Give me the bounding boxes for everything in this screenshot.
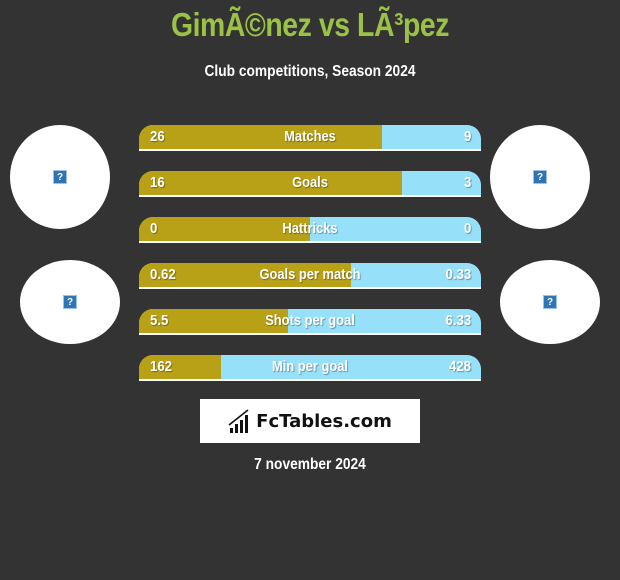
logo-text: FcTables.com <box>256 410 392 432</box>
right-value: 9 <box>463 128 471 145</box>
broken-image-icon: ? <box>533 170 547 184</box>
stat-label: Shots per goal <box>265 312 355 329</box>
stat-label: Matches <box>284 128 336 145</box>
stat-row: 0.62 Goals per match 0.33 <box>139 263 481 289</box>
right-player-avatar: ? <box>490 125 590 229</box>
right-club-logo: ? <box>500 260 600 344</box>
stat-row: 5.5 Shots per goal 6.33 <box>139 309 481 335</box>
broken-image-icon: ? <box>543 295 557 309</box>
fctables-logo[interactable]: FcTables.com <box>200 399 420 443</box>
broken-image-icon: ? <box>53 170 67 184</box>
left-value: 0 <box>150 220 158 237</box>
stat-row: 162 Min per goal 428 <box>139 355 481 381</box>
subtitle: Club competitions, Season 2024 <box>204 63 416 80</box>
stat-label: Goals per match <box>259 266 361 283</box>
stat-row: 26 Matches 9 <box>139 125 481 151</box>
stat-label: Goals <box>292 174 328 191</box>
stat-row: 16 Goals 3 <box>139 171 481 197</box>
right-value: 0.33 <box>445 266 471 283</box>
date: 7 november 2024 <box>254 456 366 473</box>
bar-chart-icon <box>228 409 249 433</box>
right-value: 0 <box>463 220 471 237</box>
right-value: 3 <box>463 174 471 191</box>
page-title: GimÃ©nez vs LÃ³pez <box>170 6 450 43</box>
right-value: 428 <box>448 358 471 375</box>
left-player-avatar: ? <box>10 125 110 229</box>
stat-row: 0 Hattricks 0 <box>139 217 481 243</box>
right-value: 6.33 <box>445 312 471 329</box>
stat-label: Hattricks <box>282 220 338 237</box>
broken-image-icon: ? <box>63 295 77 309</box>
left-club-logo: ? <box>20 260 120 344</box>
stat-label: Min per goal <box>272 358 348 375</box>
